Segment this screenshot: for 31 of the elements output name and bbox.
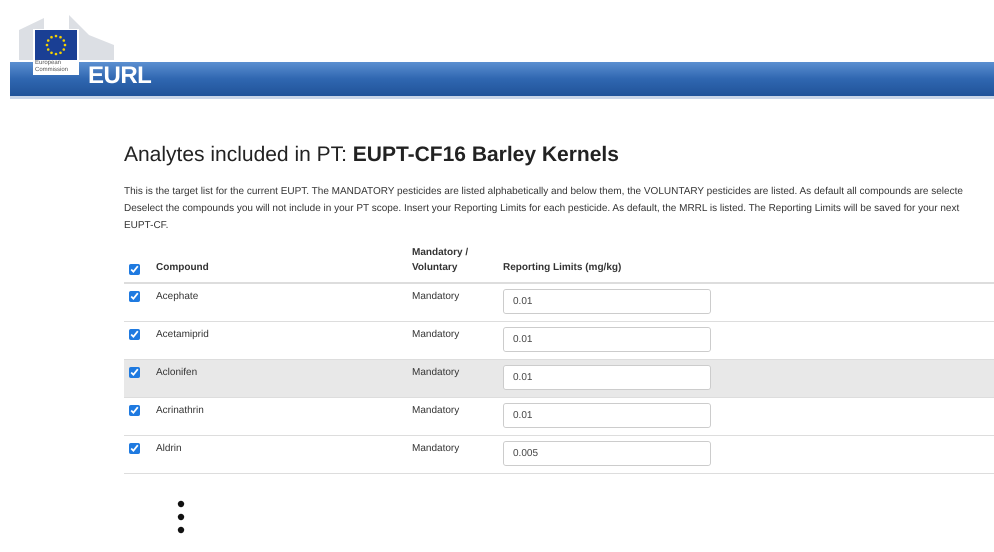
compound-type: Mandatory — [412, 443, 460, 454]
column-header: Mandatory / Voluntary — [412, 246, 470, 275]
compound-name: Acephate — [156, 291, 200, 302]
compound-type: Mandatory — [412, 291, 460, 302]
vertical-ellipsis-icon — [177, 500, 185, 534]
compound-checkbox[interactable] — [129, 405, 140, 416]
page-title: Analytes included in PT: EUPT-CF16 Barley Kernels — [124, 143, 620, 167]
compound-checkbox[interactable] — [129, 443, 140, 454]
intro-text: EUPT-CF. — [124, 219, 170, 233]
reporting-limit-field[interactable]: 0.01 — [503, 403, 711, 428]
compound-type: Mandatory — [412, 405, 460, 416]
reporting-limit-field[interactable]: 0.005 — [503, 441, 711, 466]
reporting-limit-field[interactable]: 0.01 — [503, 327, 711, 352]
compound-name: Acrinathrin — [156, 405, 205, 416]
reporting-limit-field[interactable]: 0.01 — [503, 289, 711, 314]
compound-name: Aldrin — [156, 443, 183, 454]
select-all-checkbox[interactable] — [129, 264, 140, 275]
intro-text: Deselect the compounds you will not include in your PT scope. Insert your Reporting Limits for each pesticide. As default, the MRRL is listed. The Reporting Limits will be saved for your next — [124, 202, 960, 216]
eu-flag-icon — [35, 30, 77, 60]
compound-name: Acetamiprid — [156, 329, 210, 340]
compound-type: Mandatory — [412, 329, 460, 340]
compound-checkbox[interactable] — [129, 367, 140, 378]
column-header: Compound — [156, 261, 210, 275]
reporting-limit-field[interactable]: 0.01 — [503, 365, 711, 390]
intro-text: This is the target list for the current EUPT. The MANDATORY pesticides are listed alphabetically and below them, the VOLUNTARY pesticides are listed. As default all compounds are selecte — [124, 185, 964, 199]
column-header: Reporting Limits (mg/kg) — [503, 261, 622, 275]
compound-name: Aclonifen — [156, 367, 198, 378]
compound-type: Mandatory — [412, 367, 460, 378]
brand-name: EURL — [88, 62, 152, 90]
compound-checkbox[interactable] — [129, 329, 140, 340]
compound-checkbox[interactable] — [129, 291, 140, 302]
